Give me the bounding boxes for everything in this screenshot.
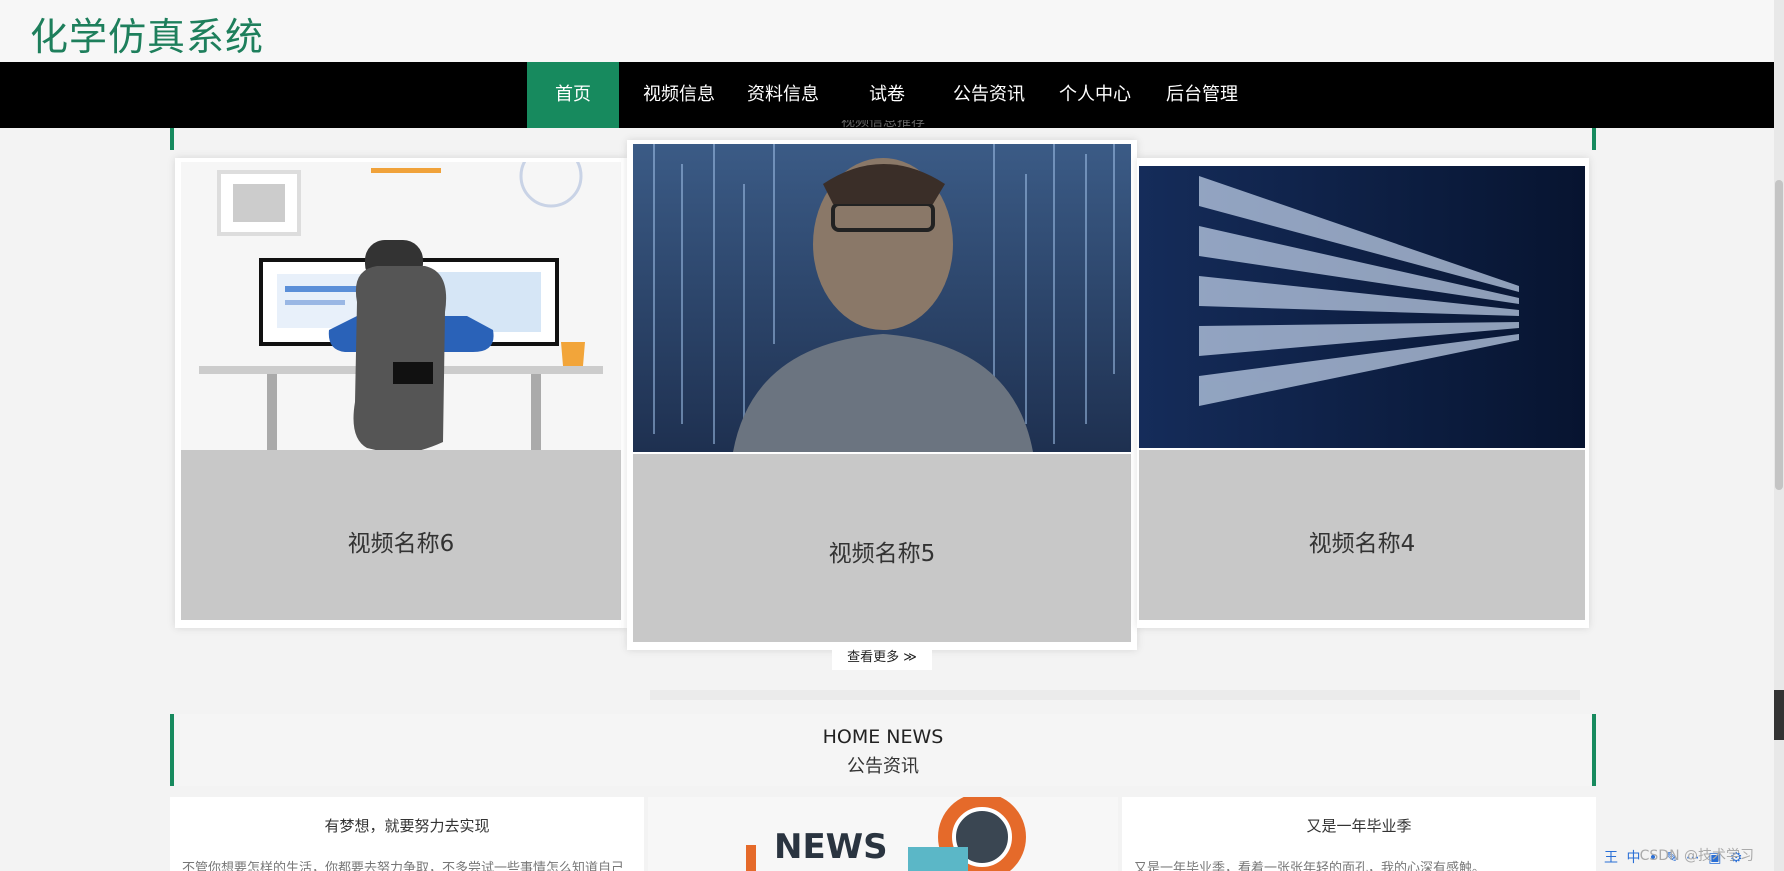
nav-item-admin[interactable]: 后台管理 [1157,62,1247,128]
nav-item-personal-center[interactable]: 个人中心 [1050,62,1140,128]
news-image-text: NEWS [774,827,888,867]
news-title-en: HOME NEWS [822,726,944,748]
view-more-link[interactable]: 查看更多 ≫ [832,646,932,670]
video-thumbnail[interactable] [181,162,621,450]
person-at-computer-illustration [199,162,603,450]
developer-code-rain-image [633,144,1131,452]
video-title-6[interactable]: 视频名称6 [181,524,621,558]
scrollbar-thumb[interactable] [1775,180,1783,490]
video-title-5[interactable]: 视频名称5 [633,534,1131,568]
section-divider [650,690,1580,700]
csdn-watermark: CSDN @技术学习 [1639,848,1754,864]
video-section-title: 视频信息推荐 [841,120,925,130]
section-accent-left [170,128,174,150]
video-caption-4[interactable]: 视频名称4 [1139,450,1585,620]
nav-item-exams[interactable]: 试卷 [852,62,922,128]
news-card-3[interactable]: 又是一年毕业季 又是一年毕业季，看着一张张年轻的面孔，我的心深有感触。 [1122,797,1596,871]
nav-item-videos[interactable]: 视频信息 [634,62,724,128]
news-item-title[interactable]: 又是一年毕业季 [1122,815,1596,836]
nav-item-home[interactable]: 首页 [527,62,619,128]
site-title[interactable]: 化学仿真系统 [30,6,264,61]
news-section-header: HOME NEWS 公告资讯 [170,714,1596,786]
video-title-4[interactable]: 视频名称4 [1139,524,1585,558]
news-item-snippet: 又是一年毕业季，看着一张张年轻的面孔，我的心深有感触。 [1134,861,1486,871]
code-tunnel-image [1139,166,1585,448]
news-card-1[interactable]: 有梦想，就要努力去实现 不管你想要怎样的生活，你都要去努力争取，不多尝试一些事情… [170,797,644,871]
video-card-5[interactable]: 视频名称5 [627,140,1137,650]
nav-item-news[interactable]: 公告资讯 [944,62,1034,128]
video-caption-6[interactable]: 视频名称6 [181,450,621,620]
video-caption-5[interactable]: 视频名称5 [633,454,1131,642]
video-thumbnail[interactable] [1139,166,1585,448]
news-item-snippet: 不管你想要怎样的生活，你都要去努力争取，不多尝试一些事情怎么知道自己 [182,861,622,871]
main-nav: 首页 视频信息 资料信息 试卷 公告资讯 个人中心 后台管理 [0,62,1774,128]
video-card-4[interactable]: 视频名称4 [1137,158,1589,628]
page-scrollbar[interactable] [1774,0,1784,871]
section-accent-right [1592,128,1596,150]
video-card-6[interactable]: 视频名称6 [175,158,627,628]
video-thumbnail[interactable] [633,144,1131,452]
news-title-cn: 公告资讯 [847,756,919,777]
site-header: 化学仿真系统 [0,0,1774,62]
news-item-title[interactable]: 有梦想，就要努力去实现 [170,815,644,836]
scrollbar-marker [1774,690,1784,740]
news-card-2[interactable]: NEWS [648,797,1118,871]
nav-item-materials[interactable]: 资料信息 [738,62,828,128]
